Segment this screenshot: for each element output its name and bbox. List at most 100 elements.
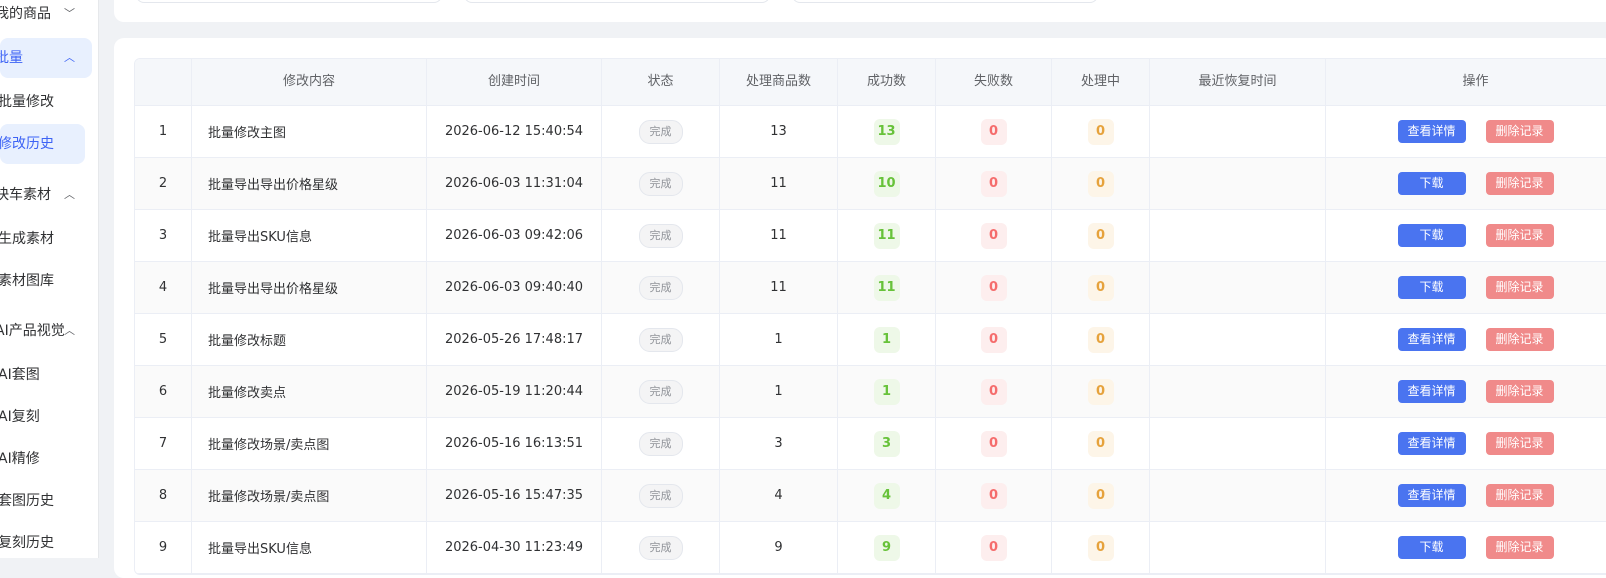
status-badge: 完成 [638,275,683,300]
table-row: 4 批量导出导出价格星级 2026-06-03 09:40:40 完成 11 11 0 0 下载… [135,262,1606,314]
header-created: 创建时间 [427,59,602,105]
success-count-badge: 1 [873,378,900,405]
download-button[interactable]: 下载 [1397,536,1466,559]
view-details-button[interactable]: 查看详情 [1397,328,1466,351]
fail-count-badge: 0 [980,274,1007,301]
header-actions: 操作 [1462,74,1489,89]
sidebar-item-label: 套图历史 [0,493,54,509]
pending-count-badge: 0 [1087,170,1114,197]
sidebar-item-label: 素材图库 [0,273,54,289]
cell-index: 9 [135,522,192,573]
filter-input-3[interactable] [792,0,1098,3]
cell-total: 1 [720,314,838,365]
cell-total: 1 [720,366,838,417]
cell-status: 完成 [602,522,720,573]
cell-pending: 0 [1052,366,1150,417]
sidebar-item-label: 批量 [0,50,23,66]
fail-count-badge: 0 [980,170,1007,197]
cell-recovered [1150,106,1326,157]
success-count-badge: 9 [873,534,900,561]
table-row: 8 批量修改场景/卖点图 2026-05-16 15:47:35 完成 4 4 0 0 查看详情… [135,470,1606,522]
cell-status: 完成 [602,470,720,521]
pending-count-badge: 0 [1087,222,1114,249]
success-count-badge: 10 [873,170,900,197]
cell-success: 13 [838,106,936,157]
cell-success: 11 [838,210,936,261]
view-details-button[interactable]: 查看详情 [1397,380,1466,403]
view-details-button[interactable]: 查看详情 [1397,120,1466,143]
cell-success: 3 [838,418,936,469]
cell-content: 批量修改场景/卖点图 [192,470,427,521]
sidebar-group-1[interactable]: 批量 ︿ [0,38,92,78]
status-badge: 完成 [638,483,683,508]
sidebar-item-label: AI产品视觉 [0,323,65,339]
cell-created: 2026-06-03 09:42:06 [427,210,602,261]
fail-count-badge: 0 [980,118,1007,145]
header-content: 修改内容 [192,59,427,105]
cell-content: 批量修改标题 [192,314,427,365]
status-badge: 完成 [638,379,683,404]
cell-content: 批量修改卖点 [192,366,427,417]
delete-record-button[interactable]: 删除记录 [1485,276,1554,299]
cell-created: 2026-05-16 15:47:35 [427,470,602,521]
sidebar-item-label: 生成素材 [0,231,54,247]
sidebar-item-label: AI精修 [0,451,40,467]
fail-count-badge: 0 [980,378,1007,405]
cell-total: 11 [720,210,838,261]
delete-record-button[interactable]: 删除记录 [1485,224,1554,247]
filter-input-2[interactable] [464,0,770,3]
view-details-button[interactable]: 查看详情 [1397,484,1466,507]
cell-status: 完成 [602,262,720,313]
download-button[interactable]: 下载 [1397,276,1466,299]
cell-actions: 查看详情 删除记录 [1326,470,1606,521]
sidebar-item-label: 快车素材 [0,187,51,203]
success-count-badge: 1 [873,326,900,353]
table-row: 7 批量修改场景/卖点图 2026-05-16 16:13:51 完成 3 3 0 0 查看详情… [135,418,1606,470]
cell-fail: 0 [936,314,1052,365]
cell-recovered [1150,418,1326,469]
chevron-up-icon: ︿ [64,51,75,64]
pending-count-badge: 0 [1087,326,1114,353]
delete-record-button[interactable]: 删除记录 [1485,328,1554,351]
cell-pending: 0 [1052,522,1150,573]
delete-record-button[interactable]: 删除记录 [1485,484,1554,507]
delete-record-button[interactable]: 删除记录 [1485,120,1554,143]
sidebar-item-3[interactable]: 修改历史 [0,124,85,164]
table-row: 1 批量修改主图 2026-06-12 15:40:54 完成 13 13 0 0 查看详情 删除… [135,106,1606,158]
history-table: 修改内容 创建时间 状态 处理商品数 成功数 失败数 处理中 最近恢复时间 操作… [134,58,1606,575]
filter-card [114,0,1606,22]
cell-actions: 下载 删除记录 [1326,158,1606,209]
cell-content: 批量导出导出价格星级 [192,262,427,313]
sidebar-item-label: 我的商品 [0,6,51,22]
header-status: 状态 [602,59,720,105]
cell-created: 2026-05-19 11:20:44 [427,366,602,417]
cell-pending: 0 [1052,314,1150,365]
cell-created: 2026-06-03 09:40:40 [427,262,602,313]
table-row: 3 批量导出SKU信息 2026-06-03 09:42:06 完成 11 11 0 0 下载删… [135,210,1606,262]
cell-status: 完成 [602,158,720,209]
pending-count-badge: 0 [1087,274,1114,301]
delete-record-button[interactable]: 删除记录 [1485,172,1554,195]
filter-input-1[interactable] [136,0,442,3]
cell-pending: 0 [1052,158,1150,209]
cell-fail: 0 [936,106,1052,157]
view-details-button[interactable]: 查看详情 [1397,432,1466,455]
cell-success: 11 [838,262,936,313]
cell-pending: 0 [1052,418,1150,469]
download-button[interactable]: 下载 [1397,224,1466,247]
download-button[interactable]: 下载 [1397,172,1466,195]
cell-status: 完成 [602,366,720,417]
cell-recovered [1150,314,1326,365]
cell-index: 4 [135,262,192,313]
cell-status: 完成 [602,106,720,157]
delete-record-button[interactable]: 删除记录 [1485,536,1554,559]
header-success: 成功数 [838,59,936,105]
cell-success: 9 [838,522,936,573]
delete-record-button[interactable]: 删除记录 [1485,432,1554,455]
header-total: 处理商品数 [720,59,838,105]
status-badge: 完成 [638,119,683,144]
cell-fail: 0 [936,210,1052,261]
delete-record-button[interactable]: 删除记录 [1485,380,1554,403]
cell-total: 11 [720,262,838,313]
fail-count-badge: 0 [980,482,1007,509]
